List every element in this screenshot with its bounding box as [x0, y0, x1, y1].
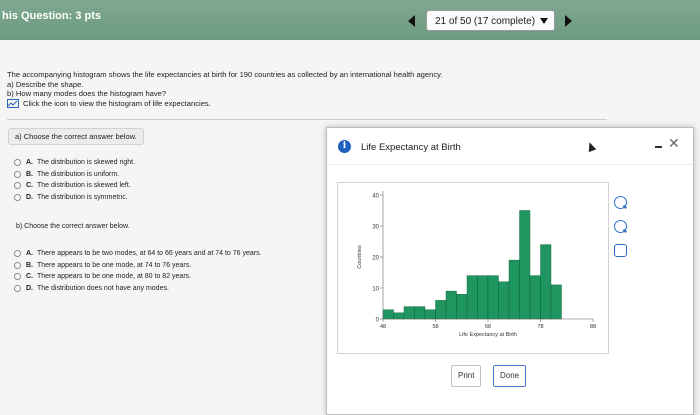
part-b-instruction: b) Choose the correct answer below. — [16, 223, 130, 230]
histogram-bar — [424, 309, 436, 320]
x-axis-label: Life Expectancy at Birth — [459, 332, 517, 338]
part-b-option-a[interactable]: A. There appears to be two modes, at 64 t… — [14, 248, 262, 260]
part-a-instruction: a) Choose the correct answer below. — [8, 128, 144, 145]
question-header-bar: his Question: 3 pts 21 of 50 (17 complet… — [0, 0, 700, 40]
info-icon: i — [338, 140, 351, 153]
mouse-cursor-icon — [585, 140, 597, 153]
next-question-icon[interactable] — [565, 15, 572, 27]
part-a-option-d[interactable]: D. The distribution is symmetric. — [14, 192, 135, 204]
modal-title: Life Expectancy at Birth — [361, 142, 461, 153]
prompt-line-2: a) Describe the shape. — [7, 79, 84, 89]
histogram-bar — [540, 244, 552, 320]
histogram-bar — [414, 306, 426, 320]
prompt-line-1: The accompanying histogram shows the lif… — [7, 70, 443, 79]
divider — [7, 119, 607, 120]
question-progress-dropdown[interactable]: 21 of 50 (17 complete) — [426, 10, 555, 31]
radio-button[interactable] — [14, 250, 21, 258]
y-axis-label: Countries — [357, 245, 363, 269]
close-icon[interactable]: ✕ — [668, 137, 680, 151]
part-a-option-a[interactable]: A. The distribution is skewed right. — [14, 157, 135, 169]
y-tick-label: 40 — [372, 194, 379, 200]
zoom-out-icon[interactable] — [614, 220, 627, 233]
view-histogram-text[interactable]: Click the icon to view the histogram of … — [23, 99, 211, 109]
radio-button[interactable] — [14, 284, 21, 292]
radio-button[interactable] — [14, 193, 21, 201]
part-a-option-c[interactable]: C. The distribution is skewed left. — [14, 180, 135, 192]
part-a-option-b[interactable]: B. The distribution is uniform. — [14, 169, 135, 181]
x-tick-label: 68 — [485, 324, 491, 330]
histogram-bar — [487, 275, 499, 320]
view-histogram-link[interactable]: Click the icon to view the histogram of … — [7, 99, 442, 109]
histogram-bar — [550, 284, 562, 320]
histogram-bar — [519, 210, 531, 320]
histogram-chart: 0 10 20 30 40 48 58 68 78 88 Life Expectancy at Bi… — [357, 191, 596, 338]
part-b-option-d[interactable]: D. The distribution does not have any mod… — [14, 283, 262, 295]
histogram-bar — [477, 275, 489, 320]
radio-button[interactable] — [14, 159, 21, 167]
minimize-icon[interactable] — [655, 146, 662, 148]
modal-header: i Life Expectancy at Birth ✕ — [327, 128, 693, 165]
radio-button[interactable] — [14, 170, 21, 178]
x-tick-label: 88 — [590, 324, 596, 330]
y-tick-label: 10 — [372, 287, 379, 293]
question-points-label: his Question: 3 pts — [2, 10, 102, 22]
histogram-bar — [508, 259, 520, 320]
histogram-bar — [466, 275, 478, 320]
histogram-bar — [382, 309, 394, 320]
done-button[interactable]: Done — [493, 365, 527, 387]
previous-question-icon[interactable] — [408, 15, 415, 27]
part-a-options: A. The distribution is skewed right. B. Th… — [14, 157, 135, 203]
histogram-bar — [456, 293, 468, 320]
x-tick-label: 48 — [380, 324, 386, 330]
prompt-line-3: b) How many modes does the histogram hav… — [7, 89, 167, 98]
chevron-down-icon — [540, 18, 548, 24]
y-tick-label: 30 — [372, 225, 379, 231]
zoom-in-icon[interactable] — [614, 196, 627, 209]
question-prompt: The accompanying histogram shows the lif… — [7, 70, 442, 108]
part-b-option-c[interactable]: C. There appears to be one mode, at 80 to… — [14, 271, 262, 283]
part-b-option-b[interactable]: B. There appears to be one mode, at 74 to… — [14, 260, 262, 272]
radio-button[interactable] — [14, 182, 21, 190]
open-external-icon[interactable] — [614, 244, 627, 257]
histogram-bar — [435, 300, 447, 320]
y-tick-label: 20 — [372, 256, 379, 262]
radio-button[interactable] — [14, 261, 21, 269]
x-tick-label: 78 — [537, 324, 543, 330]
histogram-bar — [393, 312, 405, 320]
radio-button[interactable] — [14, 273, 21, 281]
histogram-bar — [498, 281, 510, 320]
histogram-modal: i Life Expectancy at Birth ✕ 0 10 20 30 40 48… — [326, 127, 694, 415]
chart-icon[interactable] — [7, 98, 19, 108]
histogram-bar — [403, 306, 415, 320]
histogram-bar — [445, 290, 457, 320]
x-tick-label: 58 — [432, 324, 438, 330]
part-b-options: A. There appears to be two modes, at 64 t… — [14, 248, 262, 294]
histogram-chart-frame: 0 10 20 30 40 48 58 68 78 88 Life Expectancy at Bi… — [337, 182, 609, 354]
histogram-bar — [529, 275, 541, 320]
print-button[interactable]: Print — [451, 365, 482, 387]
progress-text: 21 of 50 (17 complete) — [435, 16, 536, 27]
y-tick-label: 0 — [376, 318, 380, 324]
